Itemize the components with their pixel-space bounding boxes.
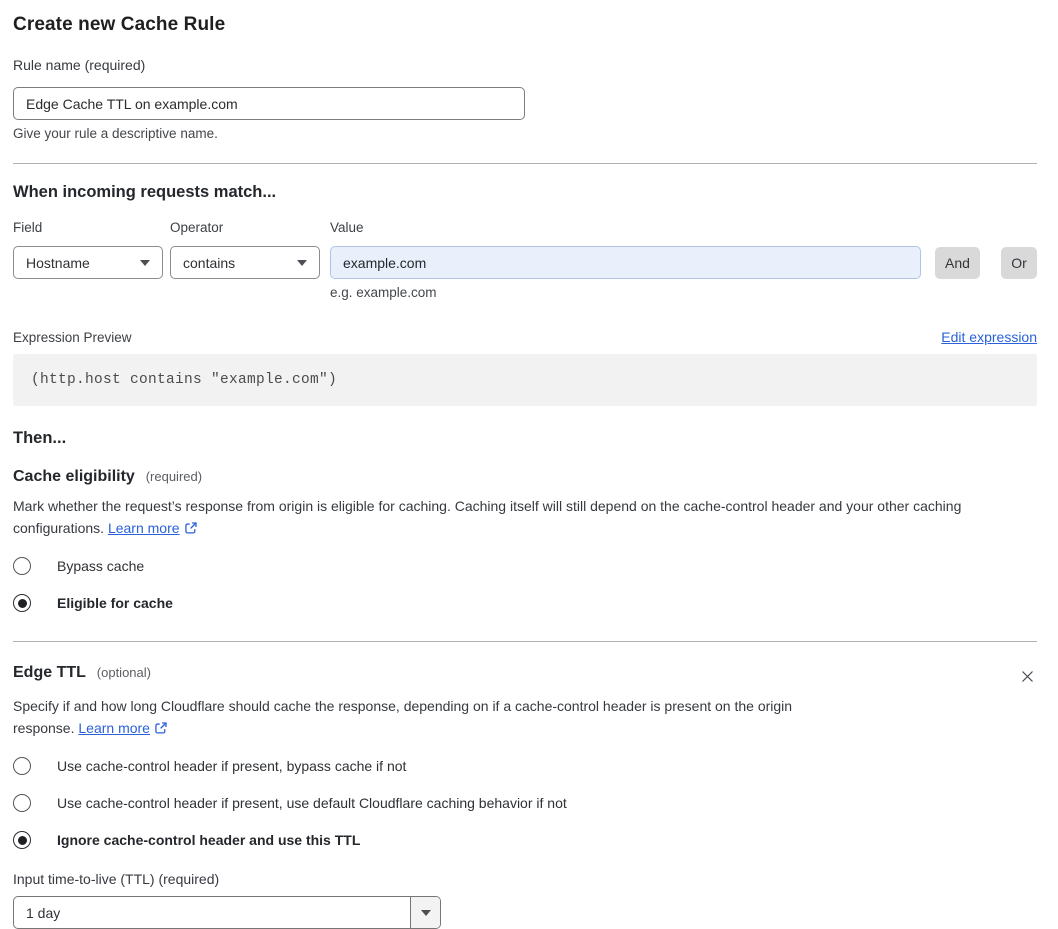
ttl-select-value: 1 day bbox=[26, 904, 61, 921]
expression-preview-box: (http.host contains "example.com") bbox=[13, 354, 1037, 406]
radio-label: Use cache-control header if present, use… bbox=[57, 795, 567, 811]
edge-ttl-block: Edge TTL (optional) Specify if and how l… bbox=[13, 664, 1037, 929]
value-input[interactable] bbox=[330, 246, 921, 279]
external-link-icon bbox=[184, 521, 197, 534]
cache-eligibility-options: Bypass cache Eligible for cache bbox=[13, 557, 1037, 612]
match-section: When incoming requests match... Field Op… bbox=[13, 183, 1037, 406]
cache-eligibility-description: Mark whether the request’s response from… bbox=[13, 496, 1037, 539]
and-button[interactable]: And bbox=[935, 246, 980, 279]
radio-icon bbox=[13, 594, 31, 612]
rule-name-label: Rule name (required) bbox=[13, 57, 146, 73]
then-heading: Then... bbox=[13, 429, 67, 447]
match-controls-row: Hostname contains And Or bbox=[13, 246, 1037, 279]
radio-icon bbox=[13, 557, 31, 575]
radio-icon bbox=[13, 757, 31, 775]
edge-ttl-title: Edge TTL bbox=[13, 664, 86, 681]
cache-eligibility-header: Cache eligibility (required) bbox=[13, 468, 1037, 486]
chevron-down-icon bbox=[140, 259, 150, 266]
rule-name-help: Give your rule a descriptive name. bbox=[13, 126, 218, 141]
edit-expression-link[interactable]: Edit expression bbox=[941, 329, 1037, 345]
rule-name-input[interactable] bbox=[13, 87, 525, 120]
match-control-labels: Field Operator Value bbox=[13, 220, 1037, 235]
radio-label: Ignore cache-control header and use this… bbox=[57, 832, 361, 848]
operator-select[interactable]: contains bbox=[170, 246, 320, 279]
close-icon[interactable] bbox=[1018, 667, 1037, 686]
create-cache-rule-form: Create new Cache Rule Rule name (require… bbox=[0, 0, 1058, 929]
field-select-value: Hostname bbox=[26, 254, 90, 271]
radio-label: Bypass cache bbox=[57, 558, 145, 574]
ttl-select[interactable]: 1 day bbox=[13, 896, 441, 929]
expression-row: Expression Preview Edit expression bbox=[13, 329, 1037, 345]
radio-use-header-default[interactable]: Use cache-control header if present, use… bbox=[13, 794, 1037, 812]
expression-text: (http.host contains "example.com") bbox=[31, 372, 338, 388]
cache-eligibility-block: Cache eligibility (required) Mark whethe… bbox=[13, 468, 1037, 612]
radio-icon bbox=[13, 794, 31, 812]
divider bbox=[13, 641, 1037, 642]
value-help-text: e.g. example.com bbox=[330, 285, 437, 300]
radio-bypass-cache[interactable]: Bypass cache bbox=[13, 557, 1037, 575]
cache-eligibility-required-badge: (required) bbox=[145, 469, 203, 484]
learn-more-label: Learn more bbox=[107, 519, 180, 536]
edge-ttl-learn-more-link[interactable]: Learn more bbox=[78, 720, 168, 736]
radio-icon bbox=[13, 831, 31, 849]
operator-label: Operator bbox=[170, 220, 224, 235]
edge-ttl-header: Edge TTL (optional) bbox=[13, 664, 1037, 686]
cache-eligibility-title: Cache eligibility bbox=[13, 468, 135, 485]
chevron-down-icon bbox=[420, 909, 431, 916]
field-label: Field bbox=[13, 220, 43, 235]
radio-eligible-for-cache[interactable]: Eligible for cache bbox=[13, 594, 1037, 612]
page-title: Create new Cache Rule bbox=[13, 14, 226, 35]
radio-use-header-bypass[interactable]: Use cache-control header if present, byp… bbox=[13, 757, 1037, 775]
operator-select-value: contains bbox=[183, 254, 236, 271]
ttl-select-arrow-button[interactable] bbox=[410, 897, 440, 928]
divider bbox=[13, 163, 1037, 164]
edge-ttl-options: Use cache-control header if present, byp… bbox=[13, 757, 1037, 849]
expression-preview-label: Expression Preview bbox=[13, 330, 132, 345]
ttl-input-group: Input time-to-live (TTL) (required) 1 da… bbox=[13, 871, 1037, 929]
cache-eligibility-learn-more-link[interactable]: Learn more bbox=[108, 520, 198, 536]
rule-name-group: Rule name (required) Give your rule a de… bbox=[13, 57, 1037, 141]
external-link-icon bbox=[155, 721, 167, 734]
learn-more-label: Learn more bbox=[78, 719, 150, 736]
value-label: Value bbox=[330, 220, 364, 235]
field-select[interactable]: Hostname bbox=[13, 246, 163, 279]
match-heading: When incoming requests match... bbox=[13, 183, 277, 201]
edge-ttl-optional-badge: (optional) bbox=[96, 665, 151, 680]
edge-ttl-description: Specify if and how long Cloudflare shoul… bbox=[13, 696, 851, 739]
ttl-input-label: Input time-to-live (TTL) (required) bbox=[13, 871, 220, 887]
chevron-down-icon bbox=[297, 259, 307, 266]
or-button[interactable]: Or bbox=[1001, 246, 1037, 279]
radio-ignore-header-use-ttl[interactable]: Ignore cache-control header and use this… bbox=[13, 831, 1037, 849]
radio-label: Eligible for cache bbox=[57, 595, 173, 611]
radio-label: Use cache-control header if present, byp… bbox=[57, 758, 407, 774]
